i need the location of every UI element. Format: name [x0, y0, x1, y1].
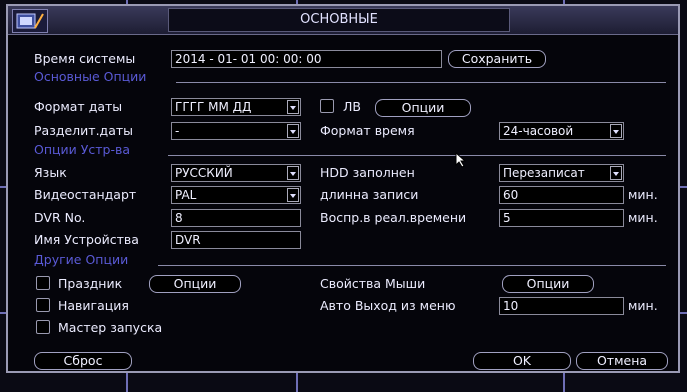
holiday-checkbox[interactable]: [36, 276, 50, 290]
date-separator-select[interactable]: -: [171, 122, 301, 140]
system-time-field[interactable]: 2014 - 01- 01 00: 00: 00: [171, 50, 442, 68]
general-settings-dialog: ОСНОВНЫЕ Время системы 2014 - 01- 01 00:…: [6, 4, 680, 373]
auto-exit-unit: мин.: [628, 298, 658, 313]
chevron-down-icon[interactable]: [287, 166, 299, 180]
chevron-down-icon[interactable]: [287, 100, 299, 114]
section-divider: [158, 265, 666, 266]
holiday-label: Праздник: [58, 276, 123, 291]
date-separator-value: -: [175, 124, 180, 138]
section-divider: [176, 82, 666, 83]
section-other-options: Другие Опции: [34, 252, 129, 267]
dst-options-button[interactable]: Опции: [375, 99, 471, 117]
system-time-label: Время системы: [34, 51, 136, 66]
wizard-checkbox[interactable]: [36, 320, 50, 334]
section-divider: [168, 155, 666, 156]
navigation-label: Навигация: [58, 298, 129, 313]
chevron-down-icon[interactable]: [610, 166, 622, 180]
dst-label: ЛВ: [343, 99, 361, 114]
dialog-title: ОСНОВНЫЕ: [168, 8, 510, 32]
realtime-playback-unit: мин.: [628, 210, 658, 225]
dvr-no-input[interactable]: 8: [171, 209, 301, 227]
video-standard-select[interactable]: PAL: [171, 186, 301, 204]
section-device-options: Опции Устр-ва: [34, 142, 130, 157]
record-length-unit: мин.: [628, 187, 658, 202]
save-button[interactable]: Сохранить: [448, 50, 546, 68]
video-standard-value: PAL: [175, 188, 197, 202]
hdd-full-value: Перезаписат: [503, 166, 585, 180]
language-value: РУССКИЙ: [175, 166, 233, 180]
video-standard-label: Видеостандарт: [34, 187, 137, 202]
dvr-no-label: DVR No.: [34, 210, 86, 225]
realtime-playback-label: Воспр.в реал.времени: [320, 210, 467, 225]
holiday-options-button[interactable]: Опции: [149, 275, 241, 293]
device-name-input[interactable]: DVR: [171, 231, 301, 249]
date-format-select[interactable]: ГГГГ ММ ДД: [171, 98, 301, 116]
chevron-down-icon[interactable]: [287, 124, 299, 138]
chevron-down-icon[interactable]: [287, 188, 299, 202]
date-format-label: Формат даты: [34, 99, 123, 114]
hdd-full-select[interactable]: Перезаписат: [499, 164, 624, 182]
title-bar: ОСНОВНЫЕ: [8, 6, 678, 35]
record-length-label: длинна записи: [320, 187, 419, 202]
dvr-logo-icon: [12, 9, 48, 33]
language-label: Язык: [34, 165, 67, 180]
hdd-full-label: HDD заполнен: [320, 165, 415, 180]
time-format-value: 24-часовой: [503, 124, 574, 138]
mouse-pointer-icon: [455, 151, 471, 168]
record-length-input[interactable]: 60: [499, 186, 624, 204]
reset-button[interactable]: Сброс: [34, 352, 132, 370]
date-separator-label: Разделит.даты: [34, 123, 133, 138]
mouse-options-button[interactable]: Опции: [502, 275, 594, 293]
auto-exit-input[interactable]: 10: [499, 297, 624, 315]
chevron-down-icon[interactable]: [610, 124, 622, 138]
date-format-value: ГГГГ ММ ДД: [175, 100, 252, 114]
dst-checkbox[interactable]: [320, 99, 334, 113]
time-format-label: Формат время: [320, 123, 415, 138]
ok-button[interactable]: OK: [473, 352, 571, 370]
time-format-select[interactable]: 24-часовой: [499, 122, 624, 140]
auto-exit-label: Авто Выход из меню: [320, 298, 456, 313]
realtime-playback-input[interactable]: 5: [499, 209, 624, 227]
language-select[interactable]: РУССКИЙ: [171, 164, 301, 182]
device-name-label: Имя Устройства: [34, 232, 139, 247]
mouse-props-label: Свойства Мыши: [320, 276, 426, 291]
wizard-label: Мастер запуска: [58, 320, 163, 335]
section-basic-options: Основные Опции: [34, 69, 147, 84]
cancel-button[interactable]: Отмена: [576, 352, 668, 370]
navigation-checkbox[interactable]: [36, 298, 50, 312]
